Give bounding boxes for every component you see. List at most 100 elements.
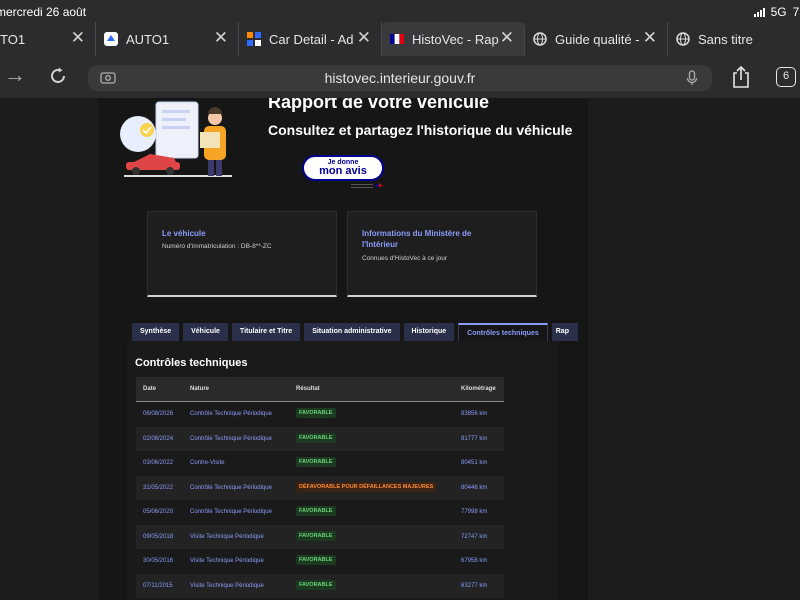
cell-resultat: DÉFAVORABLE POUR DÉFAILLANCES MAJEURES	[296, 481, 437, 492]
histovec-page: Rapport de votre véhicule Consultez et p…	[98, 98, 588, 600]
close-icon[interactable]: ✕	[71, 28, 85, 48]
header-resultat: Résultat	[296, 386, 320, 392]
ministry-card-text: Connues d'HistoVec à ce jour	[362, 255, 448, 262]
cell-kilometrage: 83856 km	[461, 411, 488, 417]
cell-date: 31/05/2022	[143, 484, 174, 491]
report-nav-tabs: Synthèse Véhicule Titulaire et Titre Sit…	[132, 323, 578, 341]
cell-kilometrage: 80446 km	[461, 484, 488, 491]
plate-number: Numéro d'immatriculation : DB-8**-ZC	[162, 243, 272, 250]
result-badge: FAVORABLE	[296, 530, 336, 541]
tab-auto1-partial[interactable]: TO1 ✕	[0, 22, 96, 56]
tab-bar: TO1 ✕ AUTO1 ✕ Car Detail - Ad ✕ HistoVec…	[0, 22, 800, 56]
cell-nature: Contrôle Technique Périodique	[190, 411, 272, 417]
cell-nature: Visite Technique Périodique	[190, 533, 264, 540]
tab-rapport-partial[interactable]: Rap	[551, 323, 578, 341]
tab-car-detail[interactable]: Car Detail - Ad ✕	[239, 22, 382, 56]
status-indicators: 5G 75	[753, 5, 800, 19]
result-badge: FAVORABLE	[296, 432, 336, 443]
result-badge: FAVORABLE	[296, 457, 336, 467]
table-body: 06/08/2026 Contrôle Technique Périodique F…	[136, 402, 504, 598]
globe-icon	[676, 32, 690, 46]
cell-date: 02/08/2024	[143, 435, 174, 442]
tab-situation-administrative[interactable]: Situation administrative	[304, 323, 400, 341]
table-row: 07/11/2015 Visite Technique Périodique FAV…	[136, 573, 504, 598]
result-badge: FAVORABLE	[296, 579, 336, 590]
cell-kilometrage: 77998 km	[461, 509, 488, 515]
cell-date: 07/11/2015	[143, 582, 173, 589]
page-subtitle: Consultez et partagez l'historique du vé…	[268, 122, 573, 138]
battery-label: 75	[792, 5, 800, 19]
cell-resultat: FAVORABLE	[296, 530, 336, 541]
je-donne-mon-avis-button[interactable]: Je donne mon avis	[302, 155, 384, 181]
status-bar: mercredi 26 août 5G 75	[0, 0, 800, 22]
vehicle-report-illustration	[120, 101, 232, 177]
grid-icon	[247, 32, 261, 46]
cell-kilometrage: 80451 km	[461, 460, 488, 466]
header-date: Date	[143, 386, 157, 392]
cell-resultat: FAVORABLE	[296, 579, 336, 590]
vehicle-card-title: Le véhicule	[162, 229, 206, 238]
section-title: Contrôles techniques	[135, 357, 248, 369]
tab-vehicule[interactable]: Véhicule	[183, 323, 228, 341]
tab-auto1[interactable]: AUTO1 ✕	[96, 22, 239, 56]
cell-kilometrage: 81777 km	[461, 435, 488, 442]
share-icon[interactable]	[731, 65, 751, 89]
table-row: 30/05/2016 Visite Technique Périodique FAV…	[136, 549, 504, 574]
forward-arrow-icon[interactable]: →	[4, 62, 26, 88]
tab-controles-techniques[interactable]: Contrôles techniques	[458, 323, 548, 341]
table-row: 02/08/2024 Contrôle Technique Périodique F…	[136, 426, 504, 451]
vehicle-card[interactable]: Le véhicule Numéro d'immatriculation : D…	[147, 211, 337, 297]
ministry-card-title: Informations du Ministère de l'Intérieur	[362, 229, 472, 249]
reload-icon[interactable]	[48, 66, 68, 86]
signal-icon	[753, 7, 765, 17]
microphone-icon[interactable]	[686, 70, 698, 86]
page-content: Rapport de votre véhicule Consultez et p…	[0, 98, 800, 600]
cell-nature: Contrôle Technique Périodique	[190, 509, 272, 515]
close-icon[interactable]: ✕	[214, 28, 228, 48]
tab-guide-qualite[interactable]: Guide qualité - ✕	[525, 22, 668, 56]
close-icon[interactable]: ✕	[500, 28, 514, 48]
cell-nature: Contrôle Technique Périodique	[190, 484, 272, 491]
result-badge: DÉFAVORABLE POUR DÉFAILLANCES MAJEURES	[296, 481, 437, 492]
cell-resultat: FAVORABLE	[296, 555, 336, 565]
tab-histovec[interactable]: HistoVec - Rap ✕	[382, 22, 525, 56]
url-bar[interactable]: histovec.interieur.gouv.fr	[88, 65, 712, 91]
globe-icon	[533, 32, 547, 46]
controles-techniques-panel: Contrôles techniques Date Nature Résulta…	[127, 341, 557, 600]
cell-resultat: FAVORABLE	[296, 432, 336, 443]
tab-synthese[interactable]: Synthèse	[132, 323, 180, 341]
close-icon[interactable]: ✕	[643, 28, 657, 48]
cell-date: 30/05/2016	[143, 558, 174, 564]
network-label: 5G	[770, 5, 787, 19]
result-badge: FAVORABLE	[296, 408, 336, 418]
page-title: Rapport de votre véhicule	[268, 98, 490, 112]
table-row: 05/06/2020 Contrôle Technique Périodique F…	[136, 500, 504, 525]
cell-resultat: FAVORABLE	[296, 506, 336, 516]
controles-table: Date Nature Résultat Kilométrage 06/08/2…	[136, 377, 504, 598]
tab-historique[interactable]: Historique	[403, 323, 455, 341]
table-row: 31/05/2022 Contrôle Technique Périodique D…	[136, 475, 504, 500]
header-nature: Nature	[190, 386, 210, 392]
cell-date: 05/06/2020	[143, 509, 174, 515]
result-badge: FAVORABLE	[296, 555, 336, 565]
cell-date: 09/05/2018	[143, 533, 174, 540]
url-text: histovec.interieur.gouv.fr	[324, 70, 476, 86]
table-row: 09/05/2018 Visite Technique Périodique FAV…	[136, 524, 504, 549]
tab-count-button[interactable]: 6	[776, 67, 796, 87]
auto1-icon	[104, 32, 118, 46]
cell-kilometrage: 72747 km	[461, 533, 488, 540]
header-kilometrage: Kilométrage	[461, 386, 496, 392]
table-row: 06/08/2026 Contrôle Technique Périodique F…	[136, 402, 504, 427]
marianne-icon	[390, 34, 404, 44]
table-header: Date Nature Résultat Kilométrage	[136, 377, 504, 402]
cell-kilometrage: 63277 km	[461, 582, 488, 589]
cell-date: 06/08/2026	[143, 411, 174, 417]
cell-nature: Contre-Visite	[190, 460, 225, 466]
browser-toolbar: → histovec.interieur.gouv.fr 6	[0, 56, 800, 98]
table-row: 03/06/2022 Contre-Visite FAVORABLE 80451 km	[136, 451, 504, 476]
tab-titulaire-titre[interactable]: Titulaire et Titre	[231, 323, 301, 341]
ministry-card[interactable]: Informations du Ministère de l'Intérieur…	[347, 211, 537, 297]
close-icon[interactable]: ✕	[357, 28, 371, 48]
tab-sans-titre[interactable]: Sans titre	[668, 22, 800, 56]
cell-kilometrage: 67958 km	[461, 558, 488, 564]
